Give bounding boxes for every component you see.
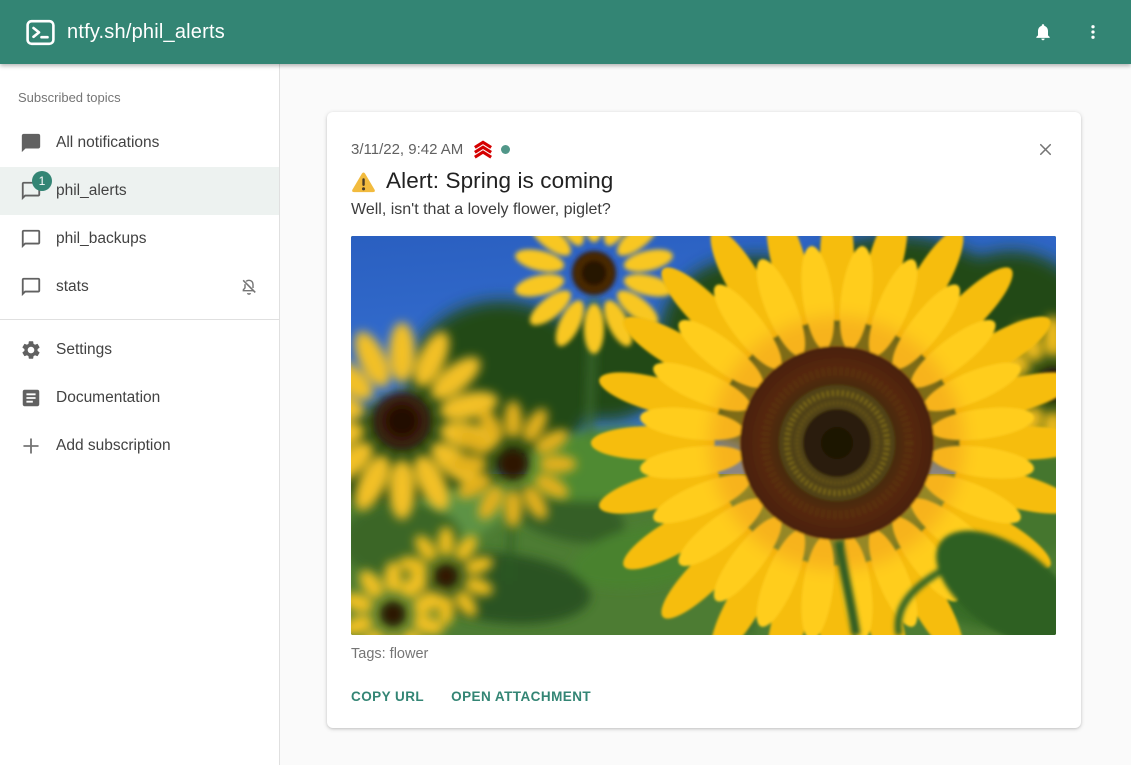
sidebar-item-documentation[interactable]: Documentation	[0, 374, 279, 422]
notification-title-row: Alert: Spring is coming	[351, 168, 1057, 194]
sidebar: Subscribed topics All notifications 1 ph…	[0, 64, 280, 765]
chat-bubble-outline-icon	[20, 276, 42, 298]
notification-tags: Tags: flower	[351, 646, 1057, 662]
chat-bubble-outline-icon	[20, 228, 42, 250]
sidebar-item-all-notifications[interactable]: All notifications	[0, 119, 279, 167]
close-notification-button[interactable]	[1033, 137, 1057, 161]
open-attachment-button[interactable]: OPEN ATTACHMENT	[451, 689, 591, 704]
app-bar: ntfy.sh/phil_alerts	[0, 0, 1131, 64]
chat-bubble-outline-icon: 1	[20, 180, 42, 202]
sidebar-item-label: stats	[56, 278, 89, 296]
attachment-image[interactable]	[351, 236, 1056, 635]
plus-icon	[20, 435, 42, 457]
ntfy-app: ntfy.sh/phil_alerts Subscribed topics Al…	[0, 0, 1131, 765]
sidebar-divider	[0, 319, 279, 320]
sidebar-item-label: Settings	[56, 341, 112, 359]
subscribed-topics-label: Subscribed topics	[18, 90, 263, 105]
notification-title: Alert: Spring is coming	[386, 168, 613, 194]
notification-timestamp: 3/11/22, 9:42 AM	[351, 141, 463, 158]
vertical-dots-icon	[1084, 23, 1102, 41]
overflow-menu-button[interactable]	[1073, 12, 1113, 52]
warning-triangle-icon	[351, 171, 376, 194]
notification-body: Well, isn't that a lovely flower, piglet…	[351, 201, 1057, 219]
bell-icon	[1033, 22, 1053, 42]
priority-max-icon	[472, 140, 494, 159]
terminal-logo-icon	[26, 19, 55, 46]
article-icon	[20, 387, 42, 409]
notification-actions: COPY URL OPEN ATTACHMENT	[351, 689, 1057, 704]
unread-dot-icon	[501, 145, 510, 154]
sidebar-item-add-subscription[interactable]: Add subscription	[0, 422, 279, 470]
notifications-off-icon	[239, 277, 259, 297]
notification-meta-row: 3/11/22, 9:42 AM	[351, 139, 1057, 159]
sidebar-item-label: phil_alerts	[56, 182, 127, 200]
page-title: ntfy.sh/phil_alerts	[67, 21, 225, 44]
sidebar-item-label: phil_backups	[56, 230, 146, 248]
unread-count-badge: 1	[32, 171, 52, 191]
close-icon	[1036, 140, 1055, 159]
chat-bubble-filled-icon	[20, 132, 42, 154]
notification-card: 3/11/22, 9:42 AM	[327, 112, 1081, 728]
sidebar-item-label: Documentation	[56, 389, 160, 407]
notifications-bell-button[interactable]	[1023, 12, 1063, 52]
sidebar-item-phil-alerts[interactable]: 1 phil_alerts	[0, 167, 279, 215]
copy-url-button[interactable]: COPY URL	[351, 689, 424, 704]
sidebar-item-phil-backups[interactable]: phil_backups	[0, 215, 279, 263]
gear-icon	[20, 339, 42, 361]
sidebar-item-stats[interactable]: stats	[0, 263, 279, 311]
sidebar-item-label: Add subscription	[56, 437, 171, 455]
sidebar-item-settings[interactable]: Settings	[0, 326, 279, 374]
main-content: 3/11/22, 9:42 AM	[280, 64, 1131, 765]
sidebar-item-label: All notifications	[56, 134, 159, 152]
